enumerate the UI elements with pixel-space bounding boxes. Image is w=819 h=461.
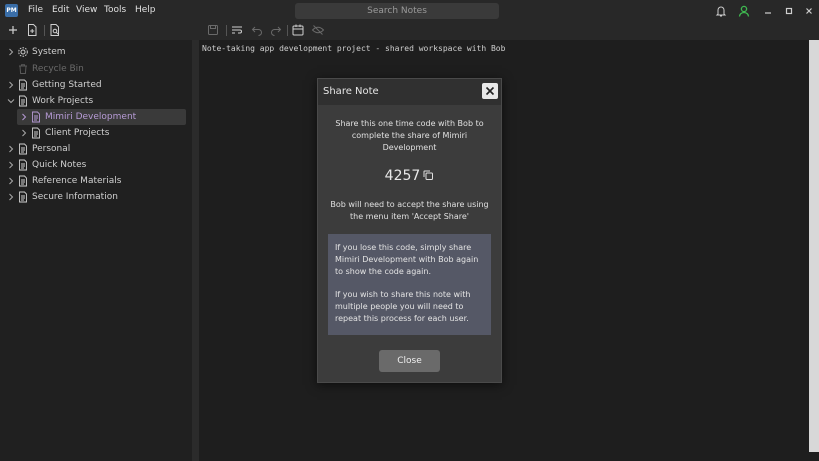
info-box: If you lose this code, simply share Mimi… bbox=[328, 234, 491, 335]
chevron-right-icon[interactable] bbox=[7, 193, 15, 201]
chevron-right-icon[interactable] bbox=[7, 161, 15, 169]
chevron-right-icon[interactable] bbox=[20, 129, 28, 137]
toolbar-separator bbox=[226, 25, 227, 36]
info-lose-code-text: If you lose this code, simply share Mimi… bbox=[335, 243, 479, 276]
add-icon[interactable] bbox=[6, 23, 20, 37]
menu-file[interactable]: File bbox=[28, 4, 43, 17]
sidebar-item-mimiri-development[interactable]: Mimiri Development bbox=[17, 109, 186, 125]
share-code: 4257 bbox=[384, 168, 421, 184]
toolbar-separator bbox=[44, 25, 45, 36]
minimize-icon[interactable] bbox=[761, 4, 775, 18]
toolbar-separator bbox=[287, 25, 288, 36]
sidebar-item-label: Mimiri Development bbox=[45, 112, 137, 122]
sidebar-item-label: Getting Started bbox=[32, 80, 102, 90]
sidebar-item-getting-started[interactable]: Getting Started bbox=[7, 77, 187, 93]
sidebar-item-work-projects[interactable]: Work Projects bbox=[7, 93, 187, 109]
sidebar-item-client-projects[interactable]: Client Projects bbox=[20, 125, 187, 141]
close-window-icon[interactable] bbox=[802, 4, 816, 18]
close-icon[interactable] bbox=[482, 83, 498, 99]
app-logo-icon: PM bbox=[5, 4, 18, 17]
editor-text[interactable]: Note-taking app development project - sh… bbox=[202, 44, 505, 53]
sidebar-item-label: Quick Notes bbox=[32, 160, 87, 170]
sidebar-item-system[interactable]: System bbox=[7, 44, 187, 60]
sidebar-item-label: Recycle Bin bbox=[32, 64, 84, 74]
gear-icon bbox=[18, 47, 28, 57]
sidebar-splitter[interactable] bbox=[192, 40, 199, 461]
chevron-right-icon[interactable] bbox=[7, 48, 15, 56]
sidebar-item-label: Personal bbox=[32, 144, 71, 154]
menu-edit[interactable]: Edit bbox=[52, 4, 69, 17]
sidebar-item-label: Client Projects bbox=[45, 128, 110, 138]
redo-icon[interactable] bbox=[269, 23, 283, 37]
document-icon bbox=[19, 175, 27, 187]
close-button[interactable]: Close bbox=[379, 350, 440, 372]
info-multiple-users-text: If you wish to share this note with mult… bbox=[335, 290, 471, 323]
dialog-header: Share Note bbox=[318, 79, 501, 105]
calendar-icon[interactable] bbox=[291, 23, 305, 37]
toolbar bbox=[0, 21, 819, 40]
sidebar-item-label: Reference Materials bbox=[32, 176, 122, 186]
document-icon bbox=[19, 79, 27, 91]
sidebar-item-personal[interactable]: Personal bbox=[7, 141, 187, 157]
share-code-row: 4257 bbox=[318, 166, 501, 186]
sidebar-item-label: Secure Information bbox=[32, 192, 118, 202]
chevron-down-icon[interactable] bbox=[7, 97, 15, 105]
menu-tools[interactable]: Tools bbox=[104, 4, 126, 17]
undo-icon[interactable] bbox=[250, 23, 264, 37]
note-editor[interactable]: Note-taking app development project - sh… bbox=[199, 40, 809, 461]
document-icon bbox=[19, 143, 27, 155]
bell-icon[interactable] bbox=[714, 4, 728, 18]
document-icon bbox=[19, 95, 27, 107]
search-note-icon[interactable] bbox=[48, 23, 62, 37]
word-wrap-icon[interactable] bbox=[230, 23, 244, 37]
sidebar-item-label: Work Projects bbox=[32, 96, 94, 106]
search-input[interactable]: Search Notes bbox=[295, 3, 499, 19]
share-note-dialog: Share Note Share this one time code with… bbox=[317, 78, 502, 383]
hide-icon[interactable] bbox=[311, 23, 325, 37]
sidebar-item-quick-notes[interactable]: Quick Notes bbox=[7, 157, 187, 173]
save-icon[interactable] bbox=[206, 23, 220, 37]
chevron-right-icon[interactable] bbox=[20, 113, 28, 121]
chevron-right-icon[interactable] bbox=[7, 81, 15, 89]
menu-help[interactable]: Help bbox=[135, 4, 156, 17]
sidebar-item-secure-information[interactable]: Secure Information bbox=[7, 189, 187, 205]
document-icon bbox=[32, 111, 40, 123]
copy-icon[interactable] bbox=[422, 169, 434, 181]
user-icon[interactable] bbox=[737, 4, 751, 18]
dialog-title: Share Note bbox=[323, 86, 379, 97]
trash-icon bbox=[19, 64, 27, 74]
maximize-icon[interactable] bbox=[782, 4, 796, 18]
sidebar-item-recycle-bin[interactable]: Recycle Bin bbox=[7, 61, 187, 77]
document-icon bbox=[19, 191, 27, 203]
sidebar-item-reference-materials[interactable]: Reference Materials bbox=[7, 173, 187, 189]
notes-sidebar: System Recycle Bin Getting Started Work … bbox=[0, 40, 192, 461]
new-note-icon[interactable] bbox=[25, 23, 39, 37]
chevron-right-icon[interactable] bbox=[7, 145, 15, 153]
chevron-right-icon[interactable] bbox=[7, 177, 15, 185]
share-intro-text: Share this one time code with Bob to com… bbox=[335, 119, 484, 152]
document-icon bbox=[32, 127, 40, 139]
editor-scrollbar[interactable] bbox=[809, 40, 819, 452]
accept-share-text: Bob will need to accept the share using … bbox=[330, 200, 489, 221]
menu-view[interactable]: View bbox=[76, 4, 97, 17]
menu-bar: PM File Edit View Tools Help Search Note… bbox=[0, 0, 819, 21]
sidebar-item-label: System bbox=[32, 47, 66, 57]
document-icon bbox=[19, 159, 27, 171]
